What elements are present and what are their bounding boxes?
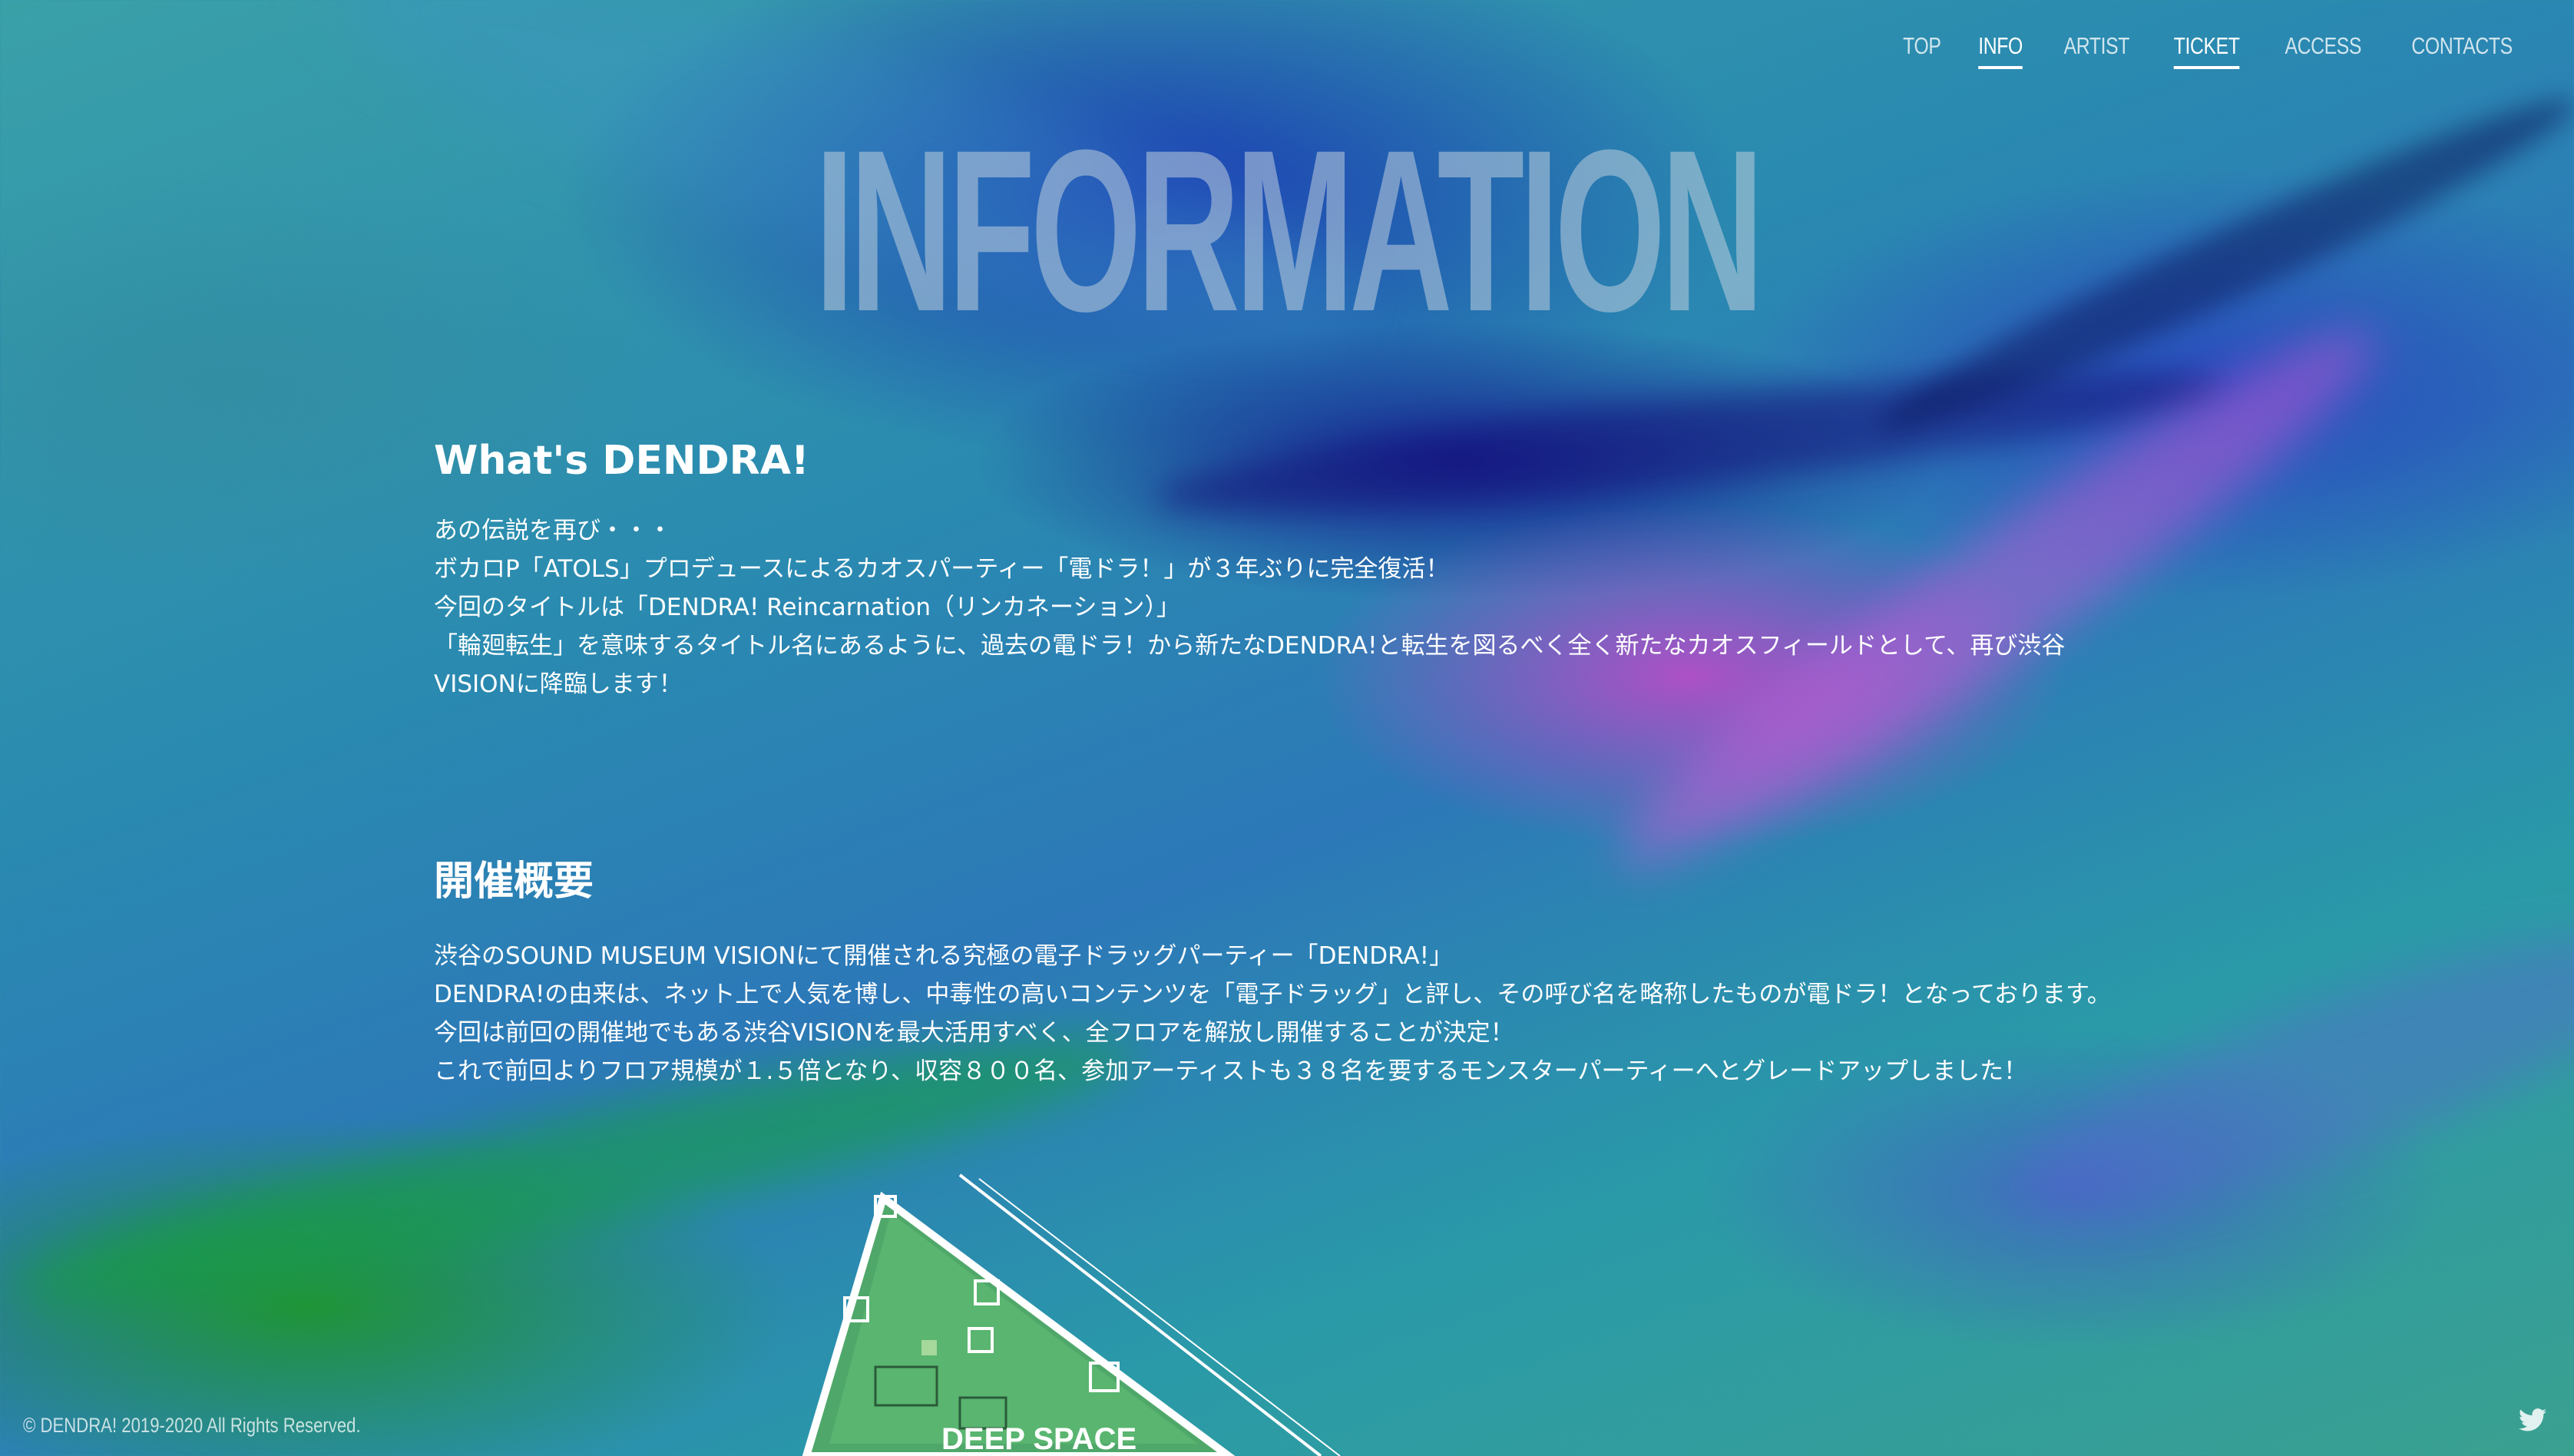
nav-artist-link[interactable]: ARTIST xyxy=(2064,32,2130,69)
nav-ticket-link[interactable]: TICKET xyxy=(2173,32,2240,69)
overview-heading: 開催概要 xyxy=(434,859,594,905)
twitter-icon[interactable] xyxy=(2519,1408,2546,1431)
overview-line: これで前回よりフロア規模が１.５倍となり、収容８００名、参加アーティストも３８名… xyxy=(434,1057,2028,1085)
overview-text: 渋谷のSOUND MUSEUM VISIONにて開催される究極の電子ドラッグパー… xyxy=(434,937,2123,1090)
overview-section: 開催概要 渋谷のSOUND MUSEUM VISIONにて開催される究極の電子ド… xyxy=(434,849,2123,1090)
main-nav: TOP INFO ARTIST TICKET ACCESS CONTACTS xyxy=(1898,32,2525,69)
about-section: What's DENDRA! あの伝説を再び・・・ ボカロP「ATOLS」プロデ… xyxy=(434,438,2123,703)
nav-top-link[interactable]: TOP xyxy=(1903,32,1941,69)
overview-line: 渋谷のSOUND MUSEUM VISIONにて開催される究極の電子ドラッグパー… xyxy=(434,942,1454,970)
about-line: あの伝説を再び・・・ xyxy=(434,517,672,544)
page-title: INFORMATION xyxy=(814,101,1764,359)
about-line: ボカロP「ATOLS」プロデュースによるカオスパーティー「電ドラ！」が３年ぶりに… xyxy=(434,555,1450,583)
floor-map-image xyxy=(802,1173,1341,1456)
about-text: あの伝説を再び・・・ ボカロP「ATOLS」プロデュースによるカオスパーティー「… xyxy=(434,511,2123,703)
floor-map-label: DEEP SPACE xyxy=(941,1422,1137,1456)
about-line: 今回のタイトルは「DENDRA! Reincarnation（リンカネーション）… xyxy=(434,594,1180,621)
about-heading: What's DENDRA! xyxy=(434,438,809,484)
nav-access-link[interactable]: ACCESS xyxy=(2285,32,2362,69)
about-line: 「輪廻転生」を意味するタイトル名にあるように、過去の電ドラ！から新たなDENDR… xyxy=(434,632,2066,698)
nav-info-link[interactable]: INFO xyxy=(1978,32,2023,69)
nav-contacts-link[interactable]: CONTACTS xyxy=(2411,32,2513,69)
overview-line: 今回は前回の開催地でもある渋谷VISIONを最大活用すべく、全フロアを解放し開催… xyxy=(434,1019,1514,1047)
overview-line: DENDRA!の由来は、ネット上で人気を博し、中毒性の高いコンテンツを「電子ドラ… xyxy=(434,981,2111,1008)
copyright-text: © DENDRA! 2019-2020 All Rights Reserved. xyxy=(23,1414,361,1437)
